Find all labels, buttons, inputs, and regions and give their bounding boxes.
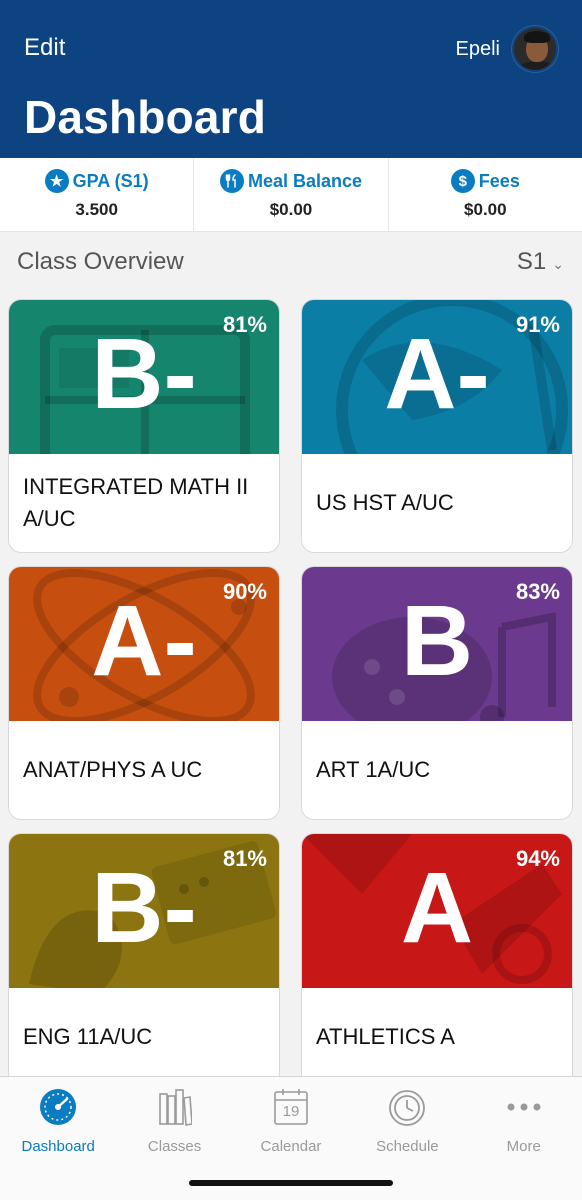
calendar-icon: 19 bbox=[271, 1087, 311, 1127]
grade-percent: 94% bbox=[515, 846, 560, 871]
tab-label: Classes bbox=[147, 1138, 202, 1155]
grade-percent: 81% bbox=[222, 312, 267, 337]
clock-icon bbox=[387, 1087, 427, 1127]
grade-percent: 91% bbox=[515, 312, 560, 337]
card-banner: B 83% bbox=[302, 567, 572, 721]
grade-percent: 83% bbox=[515, 579, 560, 604]
stat-fees[interactable]: $ Fees $0.00 bbox=[389, 158, 582, 231]
class-name: ENG 11A/UC bbox=[23, 1024, 153, 1050]
class-card-english[interactable]: B- 81% ENG 11A/UC bbox=[9, 834, 279, 1086]
avatar[interactable] bbox=[512, 26, 558, 72]
stat-gpa[interactable]: ★ GPA (S1) 3.500 bbox=[0, 158, 195, 231]
tab-label: Calendar bbox=[260, 1138, 322, 1155]
stat-label: Meal Balance bbox=[247, 170, 363, 191]
class-name: ANAT/PHYS A UC bbox=[23, 757, 203, 783]
stat-value: $0.00 bbox=[464, 200, 507, 219]
dollar-icon: $ bbox=[450, 169, 475, 193]
card-banner: A- 90% bbox=[9, 567, 279, 721]
home-indicator[interactable] bbox=[189, 1180, 393, 1186]
class-card-athletics[interactable]: A 94% ATHLETICS A bbox=[302, 834, 572, 1086]
tab-label: Schedule bbox=[376, 1138, 439, 1155]
stat-value: $0.00 bbox=[269, 200, 313, 219]
card-banner: B- 81% bbox=[9, 300, 279, 454]
class-name: INTEGRATED MATH II A/UC bbox=[23, 474, 249, 531]
class-name: US HST A/UC bbox=[316, 490, 454, 516]
tab-label: Dashboard bbox=[21, 1138, 95, 1155]
card-banner: B- 81% bbox=[9, 834, 279, 988]
books-icon bbox=[155, 1087, 195, 1127]
class-name: ART 1A/UC bbox=[316, 757, 431, 783]
edit-button[interactable]: Edit bbox=[24, 34, 65, 62]
app-header: Edit Epeli Dashboard bbox=[0, 0, 582, 158]
user-name: Epeli bbox=[455, 37, 500, 60]
card-banner: A- 91% bbox=[302, 300, 572, 454]
class-card-math[interactable]: B- 81% INTEGRATED MATH II A/UC bbox=[9, 300, 279, 552]
card-banner: A 94% bbox=[302, 834, 572, 988]
page-title: Dashboard bbox=[24, 91, 267, 143]
ellipsis-icon bbox=[504, 1087, 544, 1127]
term-selector[interactable]: S1 ⌄ bbox=[517, 248, 564, 276]
grade-percent: 81% bbox=[222, 846, 267, 871]
class-card-anatomy[interactable]: A- 90% ANAT/PHYS A UC bbox=[9, 567, 279, 819]
tab-more[interactable]: More bbox=[466, 1077, 582, 1200]
stat-label: GPA (S1) bbox=[72, 170, 149, 191]
user-profile[interactable]: Epeli bbox=[456, 26, 558, 72]
section-title: Class Overview bbox=[17, 248, 184, 275]
tab-dashboard[interactable]: Dashboard bbox=[0, 1077, 116, 1200]
stats-bar: ★ GPA (S1) 3.500 Meal Balance $0.00 $ Fe… bbox=[0, 158, 582, 232]
chevron-down-icon: ⌄ bbox=[552, 255, 564, 272]
gauge-icon bbox=[38, 1087, 78, 1127]
utensils-icon bbox=[219, 169, 244, 193]
class-card-us-history[interactable]: A- 91% US HST A/UC bbox=[302, 300, 572, 552]
tab-label: More bbox=[506, 1138, 541, 1155]
class-card-art[interactable]: B 83% ART 1A/UC bbox=[302, 567, 572, 819]
grade-percent: 90% bbox=[222, 579, 267, 604]
stat-meal-balance[interactable]: Meal Balance $0.00 bbox=[194, 158, 389, 231]
class-name: ATHLETICS A bbox=[316, 1024, 455, 1050]
class-overview-header: Class Overview S1 ⌄ bbox=[0, 232, 582, 292]
term-value: S1 bbox=[516, 248, 547, 275]
calendar-day: 19 bbox=[282, 1103, 300, 1120]
stat-value: 3.500 bbox=[75, 200, 118, 219]
star-icon: ★ bbox=[44, 169, 69, 193]
stat-label: Fees bbox=[478, 170, 520, 191]
